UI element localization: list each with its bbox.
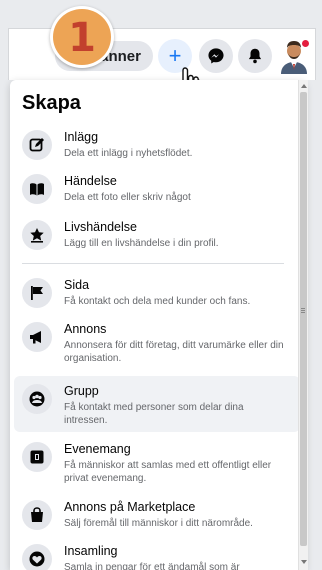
menu-item-ad[interactable]: Annons Annonsera för ditt företag, ditt … <box>14 318 300 370</box>
book-icon <box>22 174 52 204</box>
compose-icon <box>22 130 52 160</box>
scroll-down-arrow-icon[interactable] <box>301 560 307 564</box>
menu-item-title: Livshändelse <box>64 220 137 234</box>
menu-item-title: Annons på Marketplace <box>64 500 196 514</box>
menu-divider <box>22 263 284 264</box>
create-menu-panel: Skapa Inlägg Dela ett inlägg i nyhetsflö… <box>10 80 306 570</box>
menu-item-desc: Lägg till en livshändelse i din profil. <box>64 238 219 249</box>
browser-frame: vänner 1 + Skapa Inlägg Dela ett inlägg … <box>0 0 322 570</box>
menu-item-marketplace[interactable]: Annons på Marketplace Sälj föremål till … <box>14 496 300 534</box>
bag-icon <box>22 500 52 530</box>
menu-item-title: Evenemang <box>64 442 131 456</box>
megaphone-icon <box>22 322 52 352</box>
messenger-icon <box>208 48 224 64</box>
star-icon <box>22 220 52 250</box>
menu-item-title: Grupp <box>64 384 99 398</box>
bell-icon <box>248 48 262 64</box>
menu-item-desc: Sälj föremål till människor i ditt närom… <box>64 518 253 529</box>
menu-item-fundraiser[interactable]: Insamling Samla in pengar för ett ändamå… <box>14 540 300 570</box>
menu-item-post[interactable]: Inlägg Dela ett inlägg i nyhetsflödet. <box>14 126 300 164</box>
notification-dot <box>301 39 310 48</box>
scrollbar[interactable] <box>298 80 308 570</box>
calendar-icon <box>22 442 52 472</box>
menu-item-story[interactable]: Händelse Dela ett foto eller skriv något <box>14 170 300 208</box>
notifications-button[interactable] <box>238 39 272 73</box>
menu-item-title: Sida <box>64 278 90 292</box>
menu-item-desc: Dela ett inlägg i nyhetsflödet. <box>64 148 193 159</box>
step-badge: 1 <box>50 6 114 68</box>
step-badge-number: 1 <box>68 15 96 61</box>
menu-item-title: Händelse <box>64 174 117 188</box>
menu-item-event[interactable]: Evenemang Få människor att samlas med et… <box>14 438 300 490</box>
scrollbar-grip-icon <box>301 308 305 309</box>
menu-item-life-event[interactable]: Livshändelse Lägg till en livshändelse i… <box>14 216 300 254</box>
heart-icon <box>22 544 52 570</box>
menu-item-desc: Dela ett foto eller skriv något <box>64 192 191 203</box>
menu-item-group[interactable]: Grupp Få kontakt med personer som delar … <box>14 376 300 432</box>
menu-item-desc: Samla in pengar för ett ändamål som är <box>64 562 240 570</box>
menu-item-desc: Få kontakt och dela med kunder och fans. <box>64 296 251 307</box>
menu-item-desc: Få kontakt med personer som delar dina i… <box>64 402 244 426</box>
menu-item-desc: Få människor att samlas med ett offentli… <box>64 460 272 484</box>
group-icon <box>22 384 52 414</box>
menu-item-title: Insamling <box>64 544 118 558</box>
scrollbar-thumb[interactable] <box>300 92 307 546</box>
flag-icon <box>22 278 52 308</box>
menu-item-title: Inlägg <box>64 130 99 144</box>
menu-item-desc: Annonsera för ditt företag, ditt varumär… <box>64 340 284 364</box>
menu-item-page[interactable]: Sida Få kontakt och dela med kunder och … <box>14 274 300 312</box>
menu-item-title: Annons <box>64 322 107 336</box>
panel-title: Skapa <box>22 92 81 114</box>
scroll-up-arrow-icon[interactable] <box>301 84 307 88</box>
